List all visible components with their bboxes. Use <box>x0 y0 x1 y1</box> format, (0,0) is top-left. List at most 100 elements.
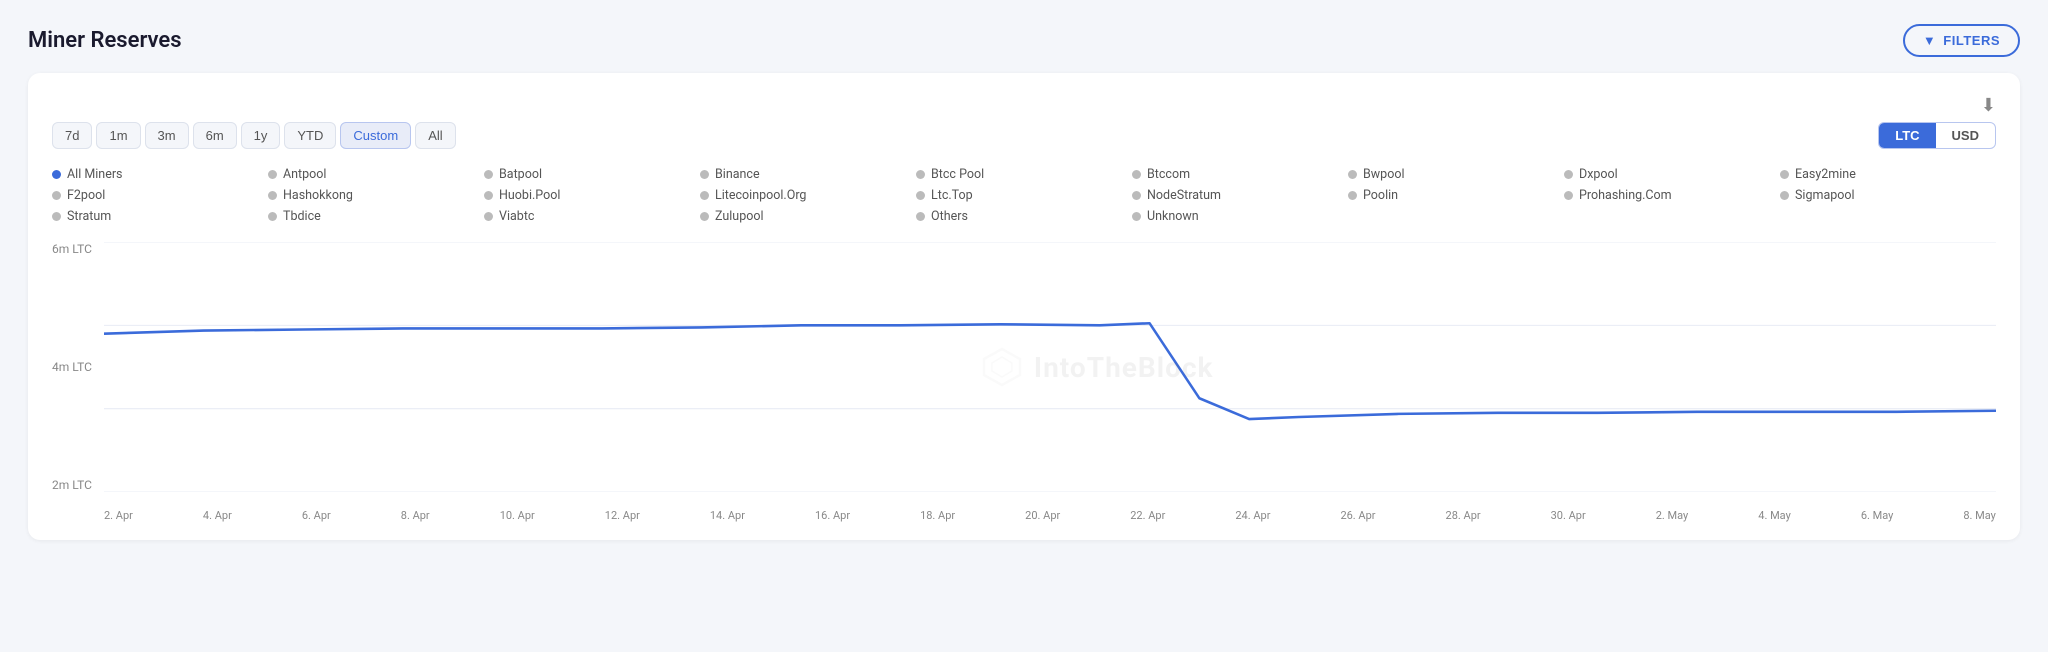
legend-prohashing[interactable]: Prohashing.Com <box>1564 188 1780 203</box>
x-label-8may: 8. May <box>1963 509 1996 522</box>
legend-dot-antpool <box>268 170 277 179</box>
legend-dot-binance <box>700 170 709 179</box>
time-btn-custom[interactable]: Custom <box>340 122 411 149</box>
legend-dot-tbdice <box>268 212 277 221</box>
legend-label-others: Others <box>931 209 968 224</box>
legend-dot-hashokkong <box>268 191 277 200</box>
legend-label-litecoinpool: Litecoinpool.Org <box>715 188 806 203</box>
legend-viabtc[interactable]: Viabtc <box>484 209 700 224</box>
legend-label-huobi-pool: Huobi.Pool <box>499 188 560 203</box>
legend-easy2mine[interactable]: Easy2mine <box>1780 167 1996 182</box>
time-btn-ytd[interactable]: YTD <box>284 122 336 149</box>
legend-litecoinpool[interactable]: Litecoinpool.Org <box>700 188 916 203</box>
legend-label-prohashing: Prohashing.Com <box>1579 188 1672 203</box>
x-label-28apr: 28. Apr <box>1446 509 1481 522</box>
legend-label-dxpool: Dxpool <box>1579 167 1618 182</box>
legend-label-btccom: Btccom <box>1147 167 1190 182</box>
legend-btccom[interactable]: Btccom <box>1132 167 1348 182</box>
legend-tbdice[interactable]: Tbdice <box>268 209 484 224</box>
legend-label-tbdice: Tbdice <box>283 209 321 224</box>
legend-label-poolin: Poolin <box>1363 188 1398 203</box>
legend-huobi-pool[interactable]: Huobi.Pool <box>484 188 700 203</box>
legend-label-antpool: Antpool <box>283 167 326 182</box>
legend-sigmapool[interactable]: Sigmapool <box>1780 188 1996 203</box>
time-btn-6m[interactable]: 6m <box>193 122 237 149</box>
legend-stratum[interactable]: Stratum <box>52 209 268 224</box>
currency-btn-ltc[interactable]: LTC <box>1879 123 1935 148</box>
x-label-8apr: 8. Apr <box>401 509 430 522</box>
card-top: ⬇ <box>52 95 1996 116</box>
currency-btn-usd[interactable]: USD <box>1936 123 1995 148</box>
legend-dot-ltc-top <box>916 191 925 200</box>
x-label-22apr: 22. Apr <box>1130 509 1165 522</box>
legend-dot-stratum <box>52 212 61 221</box>
legend-dot-bwpool <box>1348 170 1357 179</box>
filters-label: FILTERS <box>1943 33 2000 48</box>
legend-dot-batpool <box>484 170 493 179</box>
legend-dot-viabtc <box>484 212 493 221</box>
legend-dot-poolin <box>1348 191 1357 200</box>
y-label-6m: 6m LTC <box>52 242 104 256</box>
legend-label-all-miners: All Miners <box>67 167 123 182</box>
x-label-26apr: 26. Apr <box>1340 509 1375 522</box>
legend-poolin[interactable]: Poolin <box>1348 188 1564 203</box>
legend-dot-sigmapool <box>1780 191 1789 200</box>
legend-unknown[interactable]: Unknown <box>1132 209 1348 224</box>
legend-dot-zulupool <box>700 212 709 221</box>
time-btn-3m[interactable]: 3m <box>145 122 189 149</box>
legend-others[interactable]: Others <box>916 209 1132 224</box>
legend-nodestratum[interactable]: NodeStratum <box>1132 188 1348 203</box>
legend-ltc-top[interactable]: Ltc.Top <box>916 188 1132 203</box>
legend-dot-f2pool <box>52 191 61 200</box>
legend-label-f2pool: F2pool <box>67 188 105 203</box>
x-label-18apr: 18. Apr <box>920 509 955 522</box>
legend-label-unknown: Unknown <box>1147 209 1199 224</box>
legend-dxpool[interactable]: Dxpool <box>1564 167 1780 182</box>
time-btn-7d[interactable]: 7d <box>52 122 92 149</box>
chart-x-labels: 2. Apr 4. Apr 6. Apr 8. Apr 10. Apr 12. … <box>104 492 1996 522</box>
page-title: Miner Reserves <box>28 28 182 53</box>
x-label-6may: 6. May <box>1861 509 1894 522</box>
currency-toggle: LTC USD <box>1878 122 1996 149</box>
download-icon[interactable]: ⬇ <box>1981 95 1996 116</box>
legend-label-viabtc: Viabtc <box>499 209 534 224</box>
legend-bwpool[interactable]: Bwpool <box>1348 167 1564 182</box>
legend-binance[interactable]: Binance <box>700 167 916 182</box>
legend-dot-btcc-pool <box>916 170 925 179</box>
y-label-2m: 2m LTC <box>52 478 104 492</box>
x-label-20apr: 20. Apr <box>1025 509 1060 522</box>
time-btn-all[interactable]: All <box>415 122 455 149</box>
chart-y-labels: 6m LTC 4m LTC 2m LTC <box>52 242 104 492</box>
legend-dot-dxpool <box>1564 170 1573 179</box>
legend-label-easy2mine: Easy2mine <box>1795 167 1856 182</box>
legend-btcc-pool[interactable]: Btcc Pool <box>916 167 1132 182</box>
time-btn-1m[interactable]: 1m <box>96 122 140 149</box>
legend-dot-unknown <box>1132 212 1141 221</box>
legend-antpool[interactable]: Antpool <box>268 167 484 182</box>
legend-batpool[interactable]: Batpool <box>484 167 700 182</box>
chart-svg <box>104 242 1996 492</box>
legend-zulupool[interactable]: Zulupool <box>700 209 916 224</box>
legend-hashokkong[interactable]: Hashokkong <box>268 188 484 203</box>
time-btn-1y[interactable]: 1y <box>241 122 281 149</box>
header-row: Miner Reserves ▼ FILTERS <box>28 24 2020 57</box>
page-container: Miner Reserves ▼ FILTERS ⬇ 7d 1m 3m 6m 1… <box>0 0 2048 652</box>
filters-button[interactable]: ▼ FILTERS <box>1903 24 2020 57</box>
legend-f2pool[interactable]: F2pool <box>52 188 268 203</box>
controls-row: 7d 1m 3m 6m 1y YTD Custom All LTC USD <box>52 122 1996 149</box>
main-card: ⬇ 7d 1m 3m 6m 1y YTD Custom All LTC USD … <box>28 73 2020 540</box>
x-label-4apr: 4. Apr <box>203 509 232 522</box>
x-label-4may: 4. May <box>1758 509 1791 522</box>
legend-dot-others <box>916 212 925 221</box>
time-buttons: 7d 1m 3m 6m 1y YTD Custom All <box>52 122 456 149</box>
chart-area: 6m LTC 4m LTC 2m LTC IntoTheBlock <box>52 242 1996 522</box>
filter-icon: ▼ <box>1923 33 1936 48</box>
y-label-4m: 4m LTC <box>52 360 104 374</box>
legend-all-miners[interactable]: All Miners <box>52 167 268 182</box>
legend-label-sigmapool: Sigmapool <box>1795 188 1855 203</box>
legend-dot-nodestratum <box>1132 191 1141 200</box>
x-label-14apr: 14. Apr <box>710 509 745 522</box>
chart-svg-wrapper: IntoTheBlock <box>104 242 1996 492</box>
legend-label-ltc-top: Ltc.Top <box>931 188 973 203</box>
x-label-30apr: 30. Apr <box>1551 509 1586 522</box>
